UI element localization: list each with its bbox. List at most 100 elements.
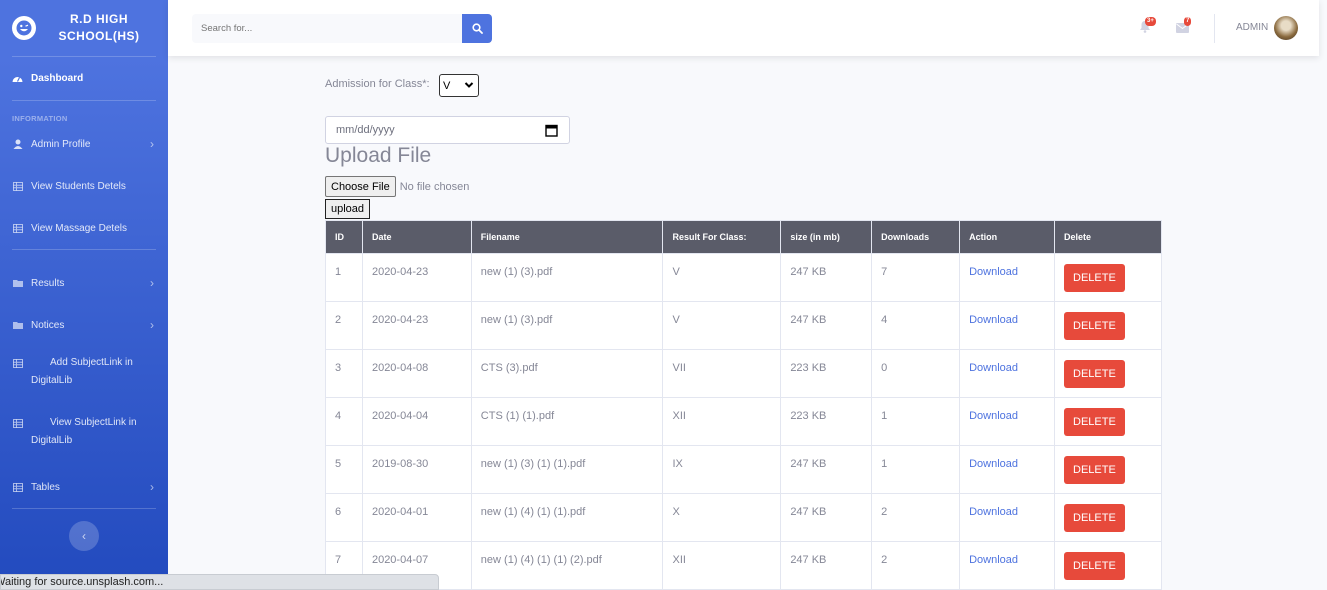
header-class: Result For Class: xyxy=(662,220,782,254)
delete-button[interactable]: DELETE xyxy=(1064,408,1125,436)
user-name[interactable]: ADMIN xyxy=(1236,22,1268,33)
sidebar-item-label: View SubjectLink in DigitalLib xyxy=(31,417,137,446)
cell-id: 2 xyxy=(325,301,363,350)
no-file-label: No file chosen xyxy=(399,180,470,193)
class-select-value: V xyxy=(443,79,451,92)
table-cell: DELETE xyxy=(1054,253,1162,302)
sidebar-item-notices[interactable]: Notices › xyxy=(0,304,168,346)
delete-button[interactable]: DELETE xyxy=(1064,456,1125,484)
search-button[interactable] xyxy=(462,14,492,43)
sidebar-item-dashboard[interactable]: Dashboard xyxy=(0,57,168,100)
table-cell: Download xyxy=(959,493,1056,542)
cell-size: 247 KB xyxy=(780,493,873,542)
cell-filename: new (1) (3).pdf xyxy=(470,253,664,302)
file-picker: Choose File No file chosen xyxy=(325,176,469,197)
delete-button[interactable]: DELETE xyxy=(1064,312,1125,340)
cell-id: 3 xyxy=(325,349,363,398)
cell-size: 247 KB xyxy=(780,541,873,590)
cell-downloads: 4 xyxy=(871,301,961,350)
download-link[interactable]: Download xyxy=(969,458,1018,470)
table-row: 2 2020-04-23 new (1) (3).pdf V 247 KB 4 Downlo… xyxy=(325,301,1162,350)
folder-icon xyxy=(12,320,23,330)
sidebar-item-label: Results xyxy=(31,277,65,289)
download-link[interactable]: Download xyxy=(969,506,1018,518)
brand-line-2: SCHOOL(HS) xyxy=(58,29,140,43)
upload-button[interactable]: upload xyxy=(325,199,371,219)
cell-class: VII xyxy=(662,349,782,398)
cell-id: 4 xyxy=(325,397,363,446)
table-icon xyxy=(12,418,23,428)
sidebar-item-label: Notices xyxy=(31,319,65,331)
table-cell: DELETE xyxy=(1054,445,1162,494)
alerts-badge: 3+ xyxy=(1145,17,1156,26)
search-input[interactable] xyxy=(192,14,462,43)
tachometer-icon xyxy=(12,74,23,84)
delete-button[interactable]: DELETE xyxy=(1064,264,1125,292)
header-downloads: Downloads xyxy=(871,220,961,254)
sidebar-item-label: Admin Profile xyxy=(31,138,91,150)
table-icon xyxy=(12,181,23,191)
table-icon xyxy=(12,223,23,233)
table-row: 4 2020-04-04 CTS (1) (1).pdf XII 223 KB 1 Down… xyxy=(325,397,1162,446)
brand-line-1: R.D HIGH xyxy=(70,12,128,26)
cell-date: 2020-04-23 xyxy=(361,253,472,302)
date-input[interactable]: mm/dd/yyyy xyxy=(325,116,570,144)
chevron-left-icon: ‹ xyxy=(82,529,86,543)
download-link[interactable]: Download xyxy=(969,362,1018,374)
alerts-dropdown[interactable]: 3+ xyxy=(1139,17,1156,34)
cell-date: 2020-04-01 xyxy=(361,493,472,542)
cell-filename: new (1) (3) (1) (1).pdf xyxy=(470,445,664,494)
download-link[interactable]: Download xyxy=(969,266,1018,278)
table-cell: Download xyxy=(959,445,1056,494)
delete-button[interactable]: DELETE xyxy=(1064,360,1125,388)
cell-size: 247 KB xyxy=(780,301,873,350)
delete-button[interactable]: DELETE xyxy=(1064,504,1125,532)
sidebar-item-label: View Students Detels xyxy=(31,180,126,192)
header-filename: Filename xyxy=(470,220,664,254)
avatar[interactable] xyxy=(1274,16,1298,40)
choose-file-button[interactable]: Choose File xyxy=(325,176,396,197)
brand-link[interactable]: R.D HIGH SCHOOL(HS) xyxy=(0,0,168,56)
sidebar-item-view-subjectlink[interactable]: View SubjectLink in DigitalLib xyxy=(0,406,168,466)
calendar-icon[interactable] xyxy=(545,124,558,137)
sidebar: R.D HIGH SCHOOL(HS) Dashboard INFORMATIO… xyxy=(0,0,168,590)
class-select[interactable]: V xyxy=(439,74,479,97)
cell-id: 6 xyxy=(325,493,363,542)
search-icon xyxy=(471,23,483,34)
user-icon xyxy=(12,139,23,149)
sidebar-item-add-subjectlink[interactable]: Add SubjectLink in DigitalLib xyxy=(0,346,168,406)
sidebar-toggle-button[interactable]: ‹ xyxy=(69,521,99,551)
cell-class: XII xyxy=(662,397,782,446)
cell-size: 247 KB xyxy=(780,445,873,494)
cell-downloads: 7 xyxy=(871,253,961,302)
cell-filename: new (1) (4) (1) (1).pdf xyxy=(470,493,664,542)
sidebar-item-view-massage[interactable]: View Massage Detels xyxy=(0,207,168,249)
sidebar-item-view-students[interactable]: View Students Detels xyxy=(0,165,168,207)
table-icon xyxy=(12,482,23,492)
sidebar-item-admin-profile[interactable]: Admin Profile › xyxy=(0,123,168,165)
cell-id: 1 xyxy=(325,253,363,302)
download-link[interactable]: Download xyxy=(969,410,1018,422)
sidebar-item-results[interactable]: Results › xyxy=(0,262,168,304)
table-cell: DELETE xyxy=(1054,349,1162,398)
download-link[interactable]: Download xyxy=(969,314,1018,326)
delete-button[interactable]: DELETE xyxy=(1064,552,1125,580)
sidebar-item-tables[interactable]: Tables › xyxy=(0,466,168,508)
messages-dropdown[interactable]: 7 xyxy=(1176,17,1192,34)
table-header-row: ID Date Filename Result For Class: size … xyxy=(325,220,1162,254)
brand-name: R.D HIGH SCHOOL(HS) xyxy=(36,11,168,45)
sidebar-heading: INFORMATION xyxy=(12,114,68,123)
search-group xyxy=(192,14,492,43)
cell-filename: CTS (1) (1).pdf xyxy=(470,397,664,446)
cell-class: V xyxy=(662,253,782,302)
admission-class-label: Admission for Class*: xyxy=(325,78,430,90)
table-row: 3 2020-04-08 CTS (3).pdf VII 223 KB 0 Download… xyxy=(325,349,1162,398)
cell-class: IX xyxy=(662,445,782,494)
table-cell: Download xyxy=(959,397,1056,446)
sidebar-item-label: Tables xyxy=(31,481,60,493)
results-table: ID Date Filename Result For Class: size … xyxy=(325,220,1162,590)
table-cell: DELETE xyxy=(1054,541,1162,590)
cell-date: 2019-08-30 xyxy=(361,445,472,494)
download-link[interactable]: Download xyxy=(969,554,1018,566)
cell-class: XII xyxy=(662,541,782,590)
